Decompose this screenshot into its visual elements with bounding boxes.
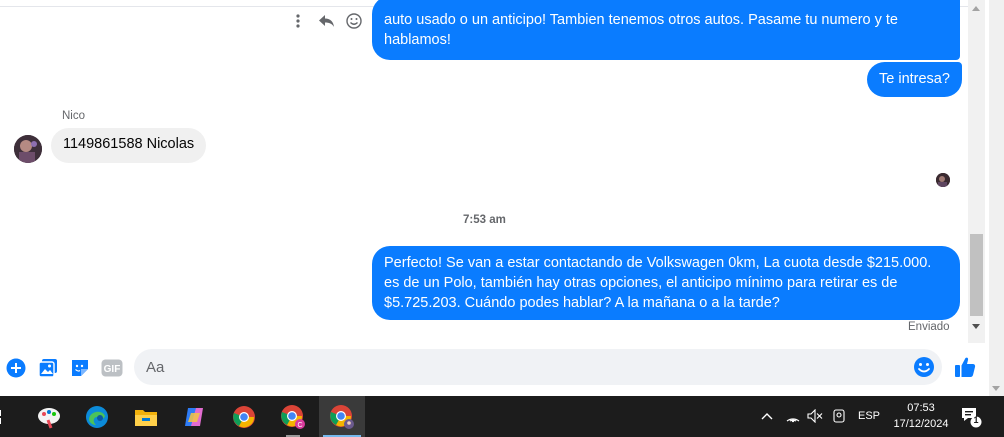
message-input[interactable] (134, 349, 942, 385)
chrome-profile-c-icon[interactable]: C (270, 396, 316, 437)
language-indicator[interactable]: ESP (854, 408, 884, 424)
camera-battery-icon[interactable] (830, 408, 848, 424)
seen-indicator-avatar (936, 173, 950, 187)
avatar[interactable] (14, 135, 42, 163)
clock-date: 17/12/2024 (893, 418, 949, 430)
svg-text:GIF: GIF (104, 364, 121, 375)
timestamp-text: 7:53 am (463, 214, 506, 226)
chrome-profile-active-icon[interactable] (319, 396, 365, 437)
message-actions (289, 11, 363, 31)
incoming-message[interactable]: 1149861588 Nicolas (51, 128, 207, 163)
notification-count: 1 (973, 415, 979, 425)
thumbs-up-icon[interactable] (953, 355, 977, 379)
outgoing-message[interactable]: auto usado o un anticipo! Tambien tenemo… (372, 0, 960, 60)
chevron-up-icon[interactable] (760, 409, 774, 423)
chat-scrollbar[interactable] (968, 0, 985, 343)
scroll-up-arrow-icon[interactable] (972, 6, 980, 11)
more-options-icon[interactable] (289, 11, 307, 31)
paint-icon[interactable] (26, 396, 72, 437)
taskbar: C ESP 07:53 17/12/2024 1 (0, 396, 1004, 437)
delivery-status: Enviado (908, 321, 950, 333)
scroll-thumb[interactable] (970, 234, 983, 316)
messenger-window: auto usado o un anticipo! Tambien tenemo… (0, 0, 1004, 437)
sender-name: Nico (62, 110, 86, 122)
volume-muted-icon[interactable] (806, 408, 824, 424)
notifications-icon[interactable]: 1 (960, 406, 982, 428)
outgoing-message[interactable]: Te intresa? (867, 62, 962, 97)
gallery-icon[interactable] (37, 357, 59, 379)
edge-icon[interactable] (74, 396, 120, 437)
svg-text:C: C (297, 422, 302, 429)
outgoing-message[interactable]: Perfecto! Se van a estar contactando de … (372, 246, 960, 320)
page-scroll-down-icon[interactable] (992, 386, 1000, 391)
sticker-icon[interactable] (69, 357, 91, 379)
start-icon[interactable] (0, 396, 10, 437)
chrome-icon[interactable] (221, 396, 267, 437)
file-explorer-icon[interactable] (123, 396, 169, 437)
emoji-icon[interactable] (913, 356, 935, 378)
reply-icon[interactable] (317, 11, 335, 31)
scroll-down-arrow-icon[interactable] (972, 324, 980, 329)
wifi-icon[interactable] (784, 408, 802, 424)
page-scrollbar[interactable] (989, 0, 1004, 396)
conversation-area: auto usado o un anticipo! Tambien tenemo… (0, 0, 968, 343)
clock-time: 07:53 (907, 402, 935, 414)
plus-circle-icon[interactable] (5, 357, 27, 379)
react-emoji-icon[interactable] (345, 11, 363, 31)
message-composer: GIF (0, 343, 985, 396)
gif-icon[interactable]: GIF (101, 357, 123, 379)
copilot-icon[interactable] (171, 396, 217, 437)
clock[interactable]: 07:53 17/12/2024 (886, 400, 956, 432)
